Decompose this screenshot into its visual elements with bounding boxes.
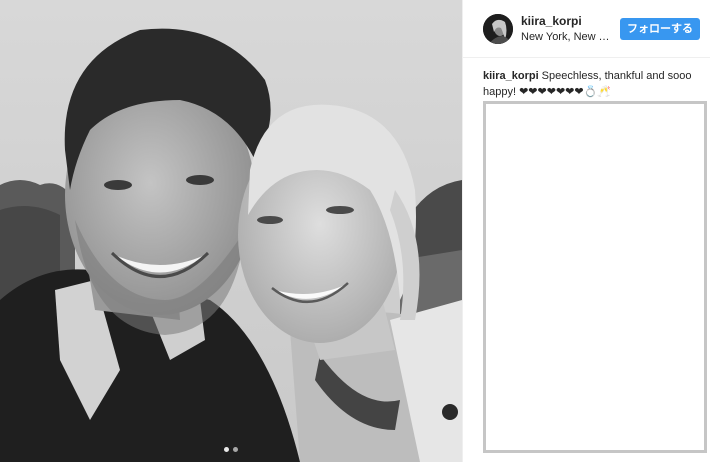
- user-avatar[interactable]: [483, 13, 513, 44]
- follow-button[interactable]: フォローする: [620, 17, 700, 40]
- profile-photo-icon: [483, 13, 513, 44]
- username-link[interactable]: kiira_korpi: [521, 14, 612, 28]
- comments-area: [483, 101, 707, 453]
- post-header: kiira_korpi New York, New Y... フォローする: [463, 0, 710, 58]
- carousel-dot-active: [224, 447, 229, 452]
- photo-image: [0, 0, 462, 462]
- caption-username[interactable]: kiira_korpi: [483, 70, 539, 82]
- instagram-post: kiira_korpi New York, New Y... フォローする ki…: [0, 0, 710, 462]
- carousel-indicator: [0, 447, 462, 452]
- post-sidebar: kiira_korpi New York, New Y... フォローする ki…: [462, 0, 710, 462]
- location-link[interactable]: New York, New Y...: [521, 31, 612, 43]
- post-photo[interactable]: [0, 0, 462, 462]
- post-caption: kiira_korpi Speechless, thankful and sooo…: [463, 58, 710, 100]
- user-info: kiira_korpi New York, New Y...: [521, 14, 612, 43]
- carousel-dot: [233, 447, 238, 452]
